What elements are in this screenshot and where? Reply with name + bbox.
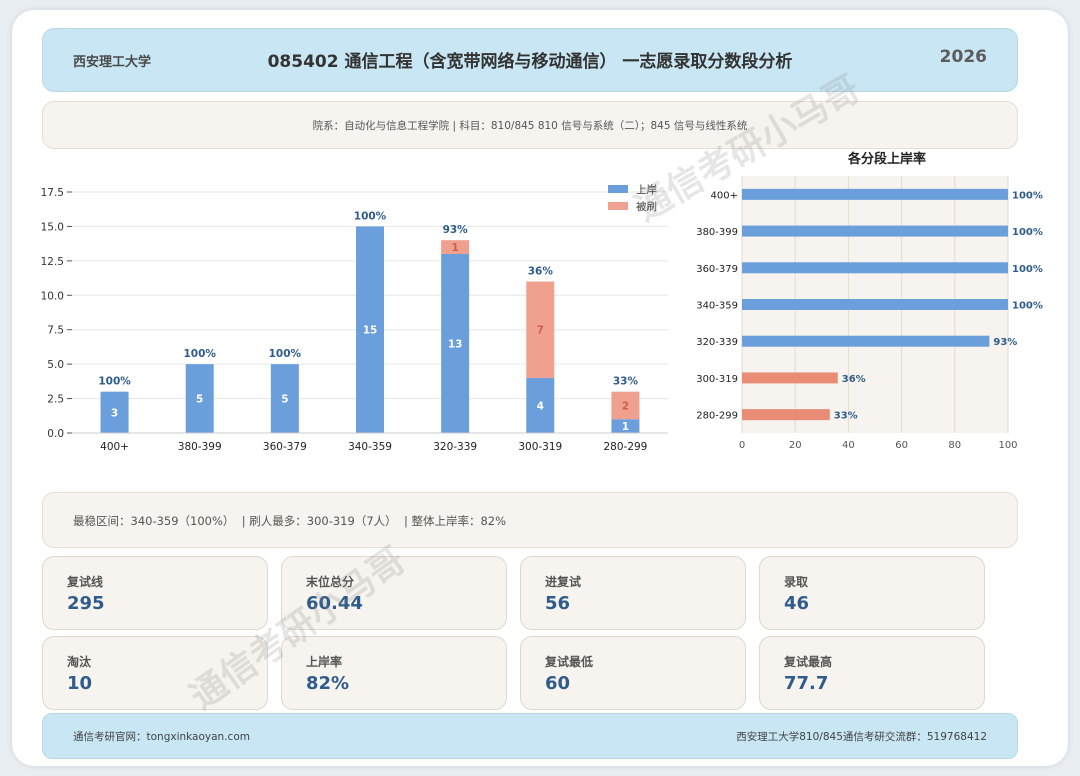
bar-rate-label: 100% bbox=[269, 348, 302, 360]
chart-title: 各分段上岸率 bbox=[847, 151, 926, 167]
stat-value: 82% bbox=[306, 673, 350, 694]
pass-rate-chart: 各分段上岸率0 20 40 60 80 100100%400+100%380-399100… bbox=[696, 151, 1043, 451]
y-tick-label: 5.0 bbox=[47, 359, 64, 371]
rate-value-label: 100% bbox=[1012, 190, 1043, 201]
stat-label: 复试线 bbox=[67, 575, 104, 589]
bar-value-label: 1 bbox=[622, 421, 629, 433]
footer-group: 西安理工大学810/845通信考研交流群：519768412 bbox=[736, 731, 987, 743]
stat-label: 复试最低 bbox=[545, 655, 594, 669]
bar-value-label: 4 bbox=[537, 400, 544, 412]
bar-rate-label: 33% bbox=[613, 376, 639, 388]
rate-value-label: 33% bbox=[834, 411, 858, 422]
summary-bar: 最稳区间：340-359（100%） | 刷人最多：300-319（7人） | … bbox=[42, 492, 1018, 548]
header-banner: 西安理工大学 085402 通信工程（含宽带网络与移动通信） 一志愿录取分数段分… bbox=[42, 28, 1018, 92]
x-tick-label: 360-379 bbox=[263, 441, 307, 453]
legend-swatch-rejected bbox=[608, 202, 628, 210]
bar-rate-label: 100% bbox=[183, 348, 216, 360]
x-tick-label: 100 bbox=[998, 440, 1017, 451]
stat-card-retest-max: 复试最高 77.7 bbox=[759, 636, 985, 710]
bar-value-label: 5 bbox=[196, 394, 203, 406]
stat-card-retest-count: 进复试 56 bbox=[520, 556, 746, 630]
y-tick-label: 0.0 bbox=[47, 428, 64, 440]
stat-card-admitted: 录取 46 bbox=[759, 556, 985, 630]
stat-label: 进复试 bbox=[545, 575, 582, 589]
x-tick-label: 60 bbox=[895, 440, 908, 451]
rate-value-label: 100% bbox=[1012, 227, 1043, 238]
x-tick-label: 80 bbox=[948, 440, 961, 451]
bar-rate-label: 36% bbox=[528, 266, 554, 278]
x-tick-label: 340-359 bbox=[348, 441, 392, 453]
y-tick-label: 17.5 bbox=[41, 187, 64, 199]
x-tick-label: 380-399 bbox=[178, 441, 222, 453]
x-tick-label: 400+ bbox=[100, 441, 129, 453]
stat-value: 295 bbox=[67, 593, 105, 614]
rate-bar bbox=[742, 188, 1008, 200]
rate-value-label: 93% bbox=[993, 337, 1017, 348]
rate-bar bbox=[742, 409, 830, 421]
y-tick-label: 280-299 bbox=[696, 411, 738, 422]
x-tick-label: 320-339 bbox=[433, 441, 477, 453]
bar-value-label: 3 bbox=[111, 407, 118, 419]
rate-value-label: 36% bbox=[842, 374, 866, 385]
x-tick-label: 0 bbox=[739, 440, 745, 451]
bar-value-label: 2 bbox=[622, 400, 629, 412]
info-bar: 院系：自动化与信息工程学院 | 科目：810/845 810 信号与系统（二）；… bbox=[42, 101, 1018, 149]
footer-bar: 通信考研官网：tongxinkaoyan.com 西安理工大学810/845通信… bbox=[42, 713, 1018, 759]
stat-value: 10 bbox=[67, 673, 93, 694]
stat-value: 46 bbox=[784, 593, 810, 614]
x-tick-label: 40 bbox=[842, 440, 855, 451]
stat-label: 上岸率 bbox=[306, 655, 343, 669]
stat-label: 淘汰 bbox=[67, 655, 92, 669]
rate-bar bbox=[742, 225, 1008, 237]
rate-bar bbox=[742, 372, 838, 384]
rate-bar bbox=[742, 335, 990, 347]
stacked-bar-chart: 0.0 2.5 5.0 7.5 10.0 12.5 15.0 17.5 3 100% 400+ 5 10… bbox=[41, 184, 668, 453]
stat-card-retest-line: 复试线 295 bbox=[42, 556, 268, 630]
y-tick-label: 12.5 bbox=[41, 256, 64, 268]
y-tick-label: 7.5 bbox=[47, 325, 64, 337]
y-tick-label: 2.5 bbox=[47, 394, 64, 406]
stat-label: 录取 bbox=[784, 575, 809, 589]
bar-value-label: 1 bbox=[451, 242, 458, 254]
y-tick-label: 320-339 bbox=[696, 337, 738, 348]
bar-value-label: 15 bbox=[363, 325, 378, 337]
year-label: 2026 bbox=[939, 47, 987, 67]
summary-text: 最稳区间：340-359（100%） | 刷人最多：300-319（7人） | … bbox=[73, 514, 507, 528]
y-tick-label: 300-319 bbox=[696, 374, 738, 385]
rate-value-label: 100% bbox=[1012, 264, 1043, 275]
rate-value-label: 100% bbox=[1012, 301, 1043, 312]
x-tick-label: 20 bbox=[789, 440, 802, 451]
bar-rate-label: 93% bbox=[443, 224, 469, 236]
stat-value: 77.7 bbox=[784, 673, 829, 694]
page-title: 085402 通信工程（含宽带网络与移动通信） 一志愿录取分数段分析 bbox=[267, 52, 793, 72]
y-tick-label: 340-359 bbox=[696, 301, 738, 312]
bar-rate-label: 100% bbox=[354, 210, 387, 222]
x-tick-label: 280-299 bbox=[603, 441, 647, 453]
rate-bar bbox=[742, 299, 1008, 310]
info-text: 院系：自动化与信息工程学院 | 科目：810/845 810 信号与系统（二）；… bbox=[312, 120, 748, 132]
footer-website: 通信考研官网：tongxinkaoyan.com bbox=[73, 731, 250, 743]
y-tick-label: 10.0 bbox=[41, 290, 64, 302]
stat-card-pass-rate: 上岸率 82% bbox=[281, 636, 507, 710]
y-tick-label: 15.0 bbox=[41, 221, 64, 233]
stat-value: 56 bbox=[545, 593, 571, 614]
rate-bar bbox=[742, 262, 1008, 274]
bar-value-label: 7 bbox=[537, 325, 544, 337]
stat-label: 复试最高 bbox=[784, 655, 833, 669]
x-tick-label: 300-319 bbox=[518, 441, 562, 453]
stat-card-retest-min: 复试最低 60 bbox=[520, 636, 746, 710]
y-tick-label: 360-379 bbox=[696, 264, 738, 275]
bar-value-label: 13 bbox=[448, 338, 463, 350]
stat-value: 60 bbox=[545, 673, 571, 694]
y-tick-label: 380-399 bbox=[696, 227, 738, 238]
bar-rate-label: 100% bbox=[98, 376, 131, 388]
bar-value-label: 5 bbox=[281, 394, 288, 406]
